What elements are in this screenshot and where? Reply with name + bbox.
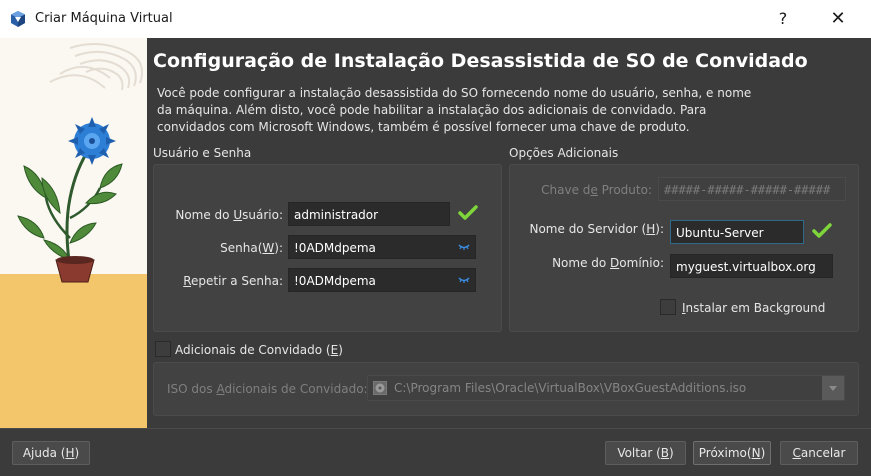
guest-additions-iso-value: C:\Program Files\Oracle\VirtualBox\VBoxG… <box>394 381 747 395</box>
show-repeat-password-eye-icon[interactable] <box>458 275 470 285</box>
wizard-page: Configuração de Instalação Desassistida … <box>147 38 871 428</box>
hostname-input[interactable]: Ubuntu-Server <box>670 220 804 244</box>
valid-check-icon <box>812 223 832 238</box>
button-bar: Ajuda (H) Voltar (B) Próximo(N) Cancelar <box>0 428 871 476</box>
help-button[interactable]: Ajuda (H) <box>12 441 90 465</box>
guest-additions-panel: ISO dos Adicionais de Convidado: C:\Prog… <box>153 362 859 416</box>
install-background-checkbox[interactable] <box>660 299 676 315</box>
next-button[interactable]: Próximo(N) <box>693 441 771 465</box>
password-label: Senha(W): <box>220 241 283 255</box>
user-section-title: Usuário e Senha <box>153 146 252 160</box>
flower-pot-illustration <box>0 38 147 428</box>
guest-additions-checkbox[interactable] <box>155 341 171 357</box>
additional-options-panel: Chave de Produto: #####-#####-#####-####… <box>509 164 859 332</box>
disc-icon <box>373 381 387 395</box>
user-password-panel: Nome do Usuário: administrador Senha(W):… <box>153 164 502 332</box>
chevron-down-icon <box>829 386 837 391</box>
username-label: Nome do Usuário: <box>175 208 283 222</box>
page-title: Configuração de Instalação Desassistida … <box>153 50 808 72</box>
show-password-eye-icon[interactable] <box>458 242 470 252</box>
product-key-input: #####-#####-#####-##### <box>658 177 846 201</box>
window-title: Criar Máquina Virtual <box>35 11 173 26</box>
page-description: Você pode configurar a instalação desass… <box>157 86 752 134</box>
options-section-title: Opções Adicionais <box>509 146 619 160</box>
cancel-button[interactable]: Cancelar <box>780 441 858 465</box>
install-background-label[interactable]: Instalar em Background <box>682 301 825 315</box>
guest-additions-iso-label: ISO dos Adicionais de Convidado: <box>167 382 368 396</box>
domain-input[interactable]: myguest.virtualbox.org <box>670 254 833 278</box>
repeat-password-label: Repetir a Senha: <box>183 274 283 288</box>
virtualbox-icon <box>11 11 25 27</box>
password-input[interactable]: !0ADMdpema <box>288 235 476 259</box>
back-button[interactable]: Voltar (B) <box>605 441 686 465</box>
title-bar: Criar Máquina Virtual ? ✕ <box>0 0 871 38</box>
guest-additions-iso-select: C:\Program Files\Oracle\VirtualBox\VBoxG… <box>367 375 845 401</box>
guest-additions-label[interactable]: Adicionais de Convidado (E) <box>175 343 343 357</box>
username-input[interactable]: administrador <box>288 202 450 226</box>
password-value: !0ADMdpema <box>294 241 376 255</box>
valid-check-icon <box>458 205 478 220</box>
repeat-password-input[interactable]: !0ADMdpema <box>288 268 476 292</box>
domain-label: Nome do Domínio: <box>552 256 664 270</box>
product-key-label: Chave de Produto: <box>541 183 652 197</box>
close-window-button[interactable]: ✕ <box>815 0 861 38</box>
hostname-label: Nome do Servidor (H): <box>529 222 664 236</box>
wizard-side-illustration <box>0 38 147 428</box>
repeat-password-value: !0ADMdpema <box>294 274 376 288</box>
dropdown-arrow <box>822 376 844 400</box>
help-title-button[interactable]: ? <box>760 0 806 38</box>
